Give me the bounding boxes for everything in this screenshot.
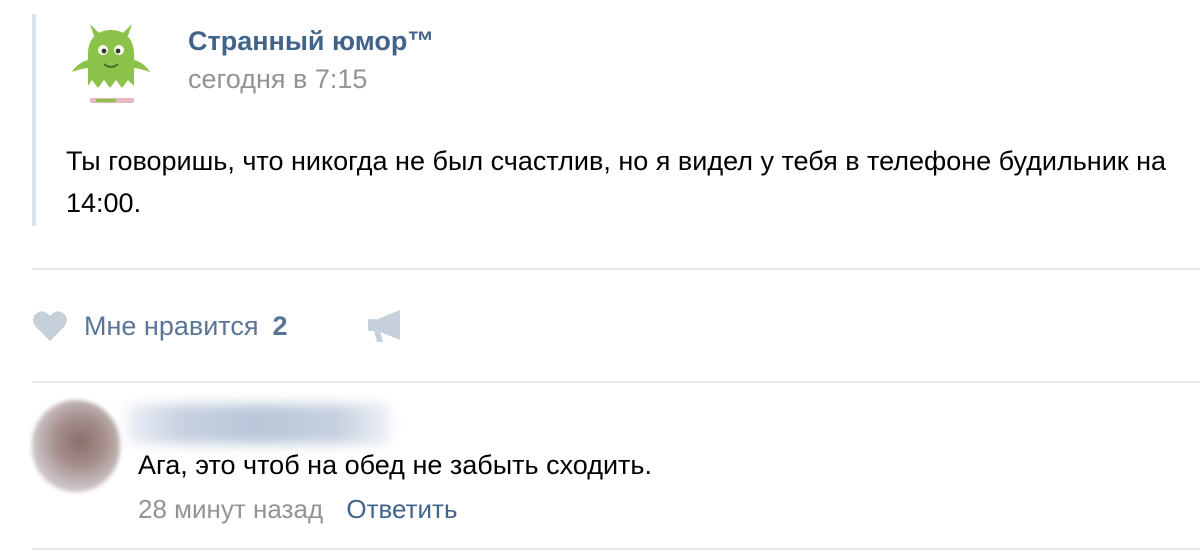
group-avatar[interactable]	[64, 14, 160, 110]
post-text: Ты говоришь, что никогда не был счастлив…	[66, 146, 1167, 218]
comment-divider	[32, 548, 1200, 550]
actions-divider	[32, 381, 1200, 383]
post-timestamp[interactable]: сегодня в 7:15	[188, 64, 367, 95]
reply-button[interactable]: Ответить	[346, 494, 457, 524]
megaphone-icon	[368, 310, 400, 342]
green-monster-icon	[72, 24, 150, 103]
comment-text: Ага, это чтоб на обед не забыть сходить.	[138, 450, 652, 480]
commenter-avatar[interactable]	[32, 400, 120, 492]
post-divider	[32, 268, 1200, 270]
like-button[interactable]: Мне нравится 2	[32, 306, 288, 346]
comment-timestamp[interactable]: 28 минут назад	[138, 494, 323, 524]
commenter-name-blurred[interactable]	[126, 404, 390, 444]
like-count: 2	[272, 310, 288, 341]
heart-icon	[33, 311, 67, 341]
repost-quote-bar	[32, 14, 36, 226]
group-name-link[interactable]: Странный юмор™	[188, 26, 434, 57]
comment-meta: 28 минут назад Ответить	[138, 494, 458, 525]
like-label: Мне нравится	[84, 310, 259, 341]
share-button[interactable]	[366, 308, 404, 344]
